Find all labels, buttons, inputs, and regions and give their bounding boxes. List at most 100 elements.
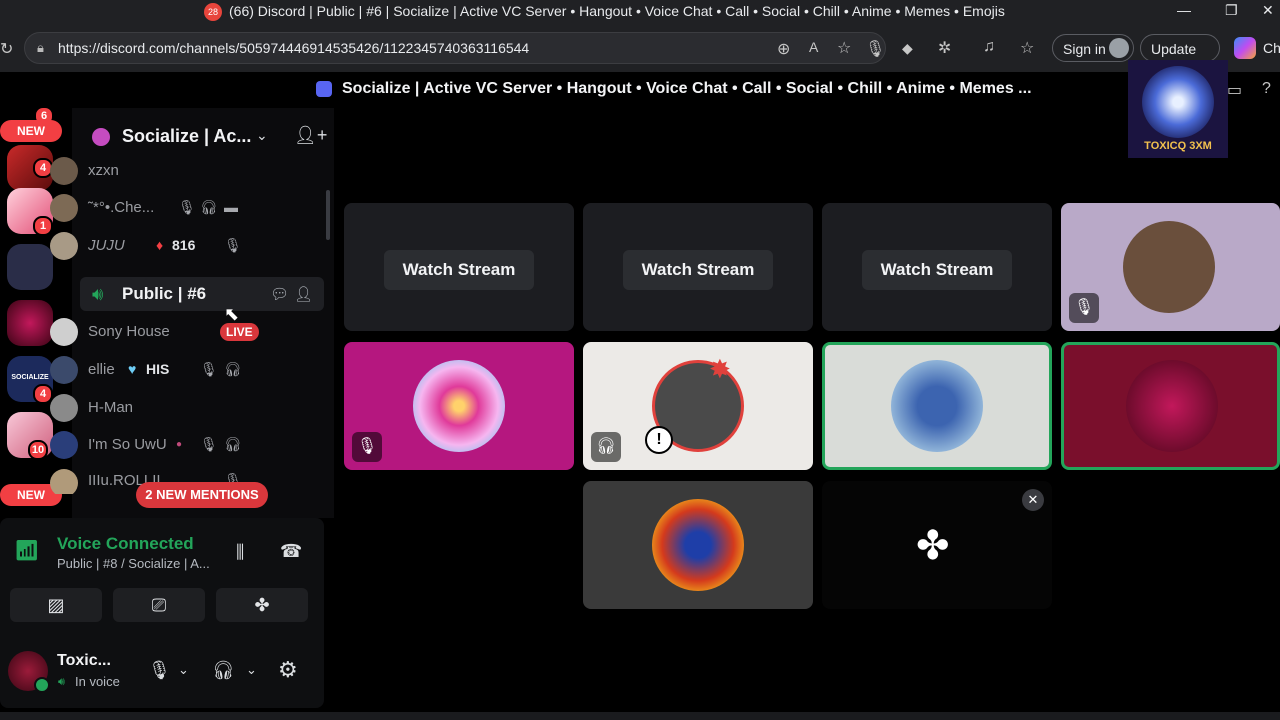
sign-in-label: Sign in bbox=[1063, 41, 1106, 57]
member-name: xzxn bbox=[88, 162, 119, 179]
watch-stream-button[interactable]: Watch Stream bbox=[623, 250, 773, 290]
voice-member[interactable]: JUJU ♦ 816 🎙︎ bbox=[50, 229, 260, 263]
copilot-label[interactable]: Ch bbox=[1263, 40, 1280, 56]
chevron-down-icon[interactable]: ⌄ bbox=[246, 662, 257, 678]
server-icon-crimson[interactable] bbox=[7, 300, 53, 346]
close-icon[interactable]: ✕ bbox=[1022, 489, 1044, 511]
read-aloud-icon[interactable]: A bbox=[809, 39, 818, 55]
deafened-icon: 🎧︎ bbox=[591, 432, 621, 462]
profile-avatar-icon bbox=[1109, 38, 1129, 58]
avatar bbox=[50, 232, 78, 260]
help-icon[interactable]: ? bbox=[1262, 80, 1271, 98]
microphone-icon[interactable]: 🎙︎ bbox=[865, 39, 885, 59]
invite-icon[interactable]: 👤︎ bbox=[294, 285, 313, 303]
close-window-icon[interactable]: ✕ bbox=[1262, 2, 1274, 19]
media-icon[interactable]: ♫ bbox=[983, 38, 995, 56]
muted-icon: 🎙︎ bbox=[352, 432, 382, 462]
tab-notification-badge: 28 bbox=[204, 3, 222, 21]
watch-stream-button[interactable]: Watch Stream bbox=[384, 250, 534, 290]
voice-member[interactable]: ellie ♥ HIS 🎙︎ 🎧︎ bbox=[50, 353, 260, 387]
chevron-down-icon[interactable]: ⌄ bbox=[178, 662, 189, 678]
lock-icon[interactable]: 🔒︎ bbox=[37, 40, 44, 56]
sidebar-scrollbar[interactable] bbox=[326, 190, 330, 240]
stream-tile[interactable]: Watch Stream bbox=[822, 203, 1052, 331]
new-mentions-pill[interactable]: 2 NEW MENTIONS bbox=[136, 482, 268, 508]
voice-member[interactable]: xzxn bbox=[50, 154, 260, 188]
voice-member[interactable]: I'm So UwU ● 🎙︎ 🎧︎ bbox=[50, 428, 260, 462]
inbox-icon[interactable]: ▭ bbox=[1227, 80, 1242, 100]
participant-tile[interactable] bbox=[583, 481, 813, 609]
server-icon-discord[interactable] bbox=[7, 244, 53, 290]
member-name: Sony House bbox=[88, 323, 170, 340]
signal-icon[interactable]: 📶︎ bbox=[14, 538, 44, 568]
url-text[interactable]: https://discord.com/channels/50597444691… bbox=[58, 40, 529, 56]
overlay-label: TOXICQ 3XM bbox=[1144, 140, 1212, 152]
voice-channel-public-6[interactable]: 🔊︎ Public | #6 💬︎ 👤︎ bbox=[80, 277, 324, 311]
new-unreads-top-pill[interactable]: NEW bbox=[0, 120, 62, 142]
update-button[interactable]: Update ··· bbox=[1140, 34, 1220, 85]
update-label: Update bbox=[1151, 41, 1197, 57]
favorites-icon[interactable]: ☆ bbox=[1020, 38, 1034, 58]
extensions-puzzle-icon[interactable]: ✲ bbox=[938, 38, 951, 58]
warning-icon: ! bbox=[645, 426, 673, 454]
activities-icon: ✤ bbox=[916, 524, 950, 568]
avatar bbox=[50, 469, 78, 494]
participant-tile[interactable]: 🎙︎ bbox=[344, 342, 574, 470]
chat-bubble-icon[interactable]: 💬︎ bbox=[270, 285, 289, 303]
avatar bbox=[50, 194, 78, 222]
chevron-down-icon[interactable]: ⌄ bbox=[256, 127, 268, 144]
participant-tile-speaking[interactable] bbox=[1061, 342, 1280, 470]
voice-member[interactable]: ˜*°•.Che... 🎙︎ 🎧︎ ▬ bbox=[50, 191, 260, 225]
voice-status[interactable]: Voice Connected bbox=[57, 534, 194, 554]
deafened-icon: 🎧︎ bbox=[224, 361, 242, 377]
server-badge: 10 bbox=[28, 440, 48, 460]
voice-member[interactable]: Sony House LIVE bbox=[50, 315, 260, 349]
noise-suppression-icon[interactable]: ⫼ bbox=[236, 542, 244, 563]
window-title: (66) Discord | Public | #6 | Socialize |… bbox=[229, 3, 1005, 19]
live-badge: LIVE bbox=[220, 323, 259, 341]
server-name: Socialize | Ac... bbox=[122, 126, 252, 146]
headphones-icon[interactable]: 🎧︎ bbox=[212, 660, 235, 681]
activities-button[interactable]: ✤ bbox=[216, 588, 308, 622]
user-name[interactable]: Toxic... bbox=[57, 652, 111, 670]
member-name: I'm So UwU bbox=[88, 436, 167, 453]
zoom-icon[interactable]: ⊕ bbox=[777, 39, 790, 59]
voice-member[interactable]: H-Man bbox=[50, 391, 260, 425]
participant-avatar bbox=[652, 499, 744, 591]
participant-tile-speaking[interactable] bbox=[822, 342, 1052, 470]
stream-tile[interactable]: Watch Stream bbox=[583, 203, 813, 331]
settings-gear-icon[interactable]: ⚙ bbox=[278, 657, 298, 683]
muted-icon: 🎙︎ bbox=[200, 361, 218, 377]
address-bar[interactable]: 🔒︎ https://discord.com/channels/50597444… bbox=[24, 32, 886, 64]
restore-icon[interactable]: ❐ bbox=[1225, 2, 1238, 19]
extension-diamond-icon[interactable]: ◆ bbox=[902, 40, 913, 57]
member-name: H-Man bbox=[88, 399, 134, 416]
deafened-icon: 🎧︎ bbox=[224, 436, 242, 452]
avatar bbox=[50, 157, 78, 185]
voice-location[interactable]: Public | #8 / Socialize | A... bbox=[57, 556, 210, 571]
invite-people-icon[interactable]: 👤︎+ bbox=[294, 125, 327, 146]
participant-tile[interactable]: ✸ ! 🎧︎ bbox=[583, 342, 813, 470]
online-status-dot bbox=[34, 677, 50, 693]
minimize-icon[interactable]: — bbox=[1177, 2, 1191, 18]
activity-tile[interactable]: ✤ ✕ bbox=[822, 481, 1052, 609]
share-screen-button[interactable]: ⎚ bbox=[113, 588, 205, 622]
participant-avatar bbox=[413, 360, 505, 452]
overlay-avatar bbox=[1142, 66, 1214, 138]
favorite-star-icon[interactable]: ☆ bbox=[837, 38, 851, 58]
member-name: JUJU bbox=[88, 237, 125, 254]
angry-emoji-icon: ✸ bbox=[709, 354, 731, 384]
copilot-icon[interactable] bbox=[1234, 37, 1256, 59]
participant-avatar bbox=[891, 360, 983, 452]
disconnect-icon[interactable]: ☎︎ bbox=[280, 541, 302, 562]
microphone-icon[interactable]: 🎙︎ bbox=[148, 660, 171, 681]
channel-header-title: Socialize | Active VC Server • Hangout •… bbox=[342, 80, 1032, 97]
participant-tile[interactable]: 🎙︎ bbox=[1061, 203, 1280, 331]
sign-in-button[interactable]: Sign in bbox=[1052, 34, 1134, 62]
watch-stream-button[interactable]: Watch Stream bbox=[862, 250, 1012, 290]
stream-tile[interactable]: Watch Stream bbox=[344, 203, 574, 331]
camera-toggle-button[interactable]: ▨ bbox=[10, 588, 102, 622]
reload-icon[interactable]: ↻ bbox=[0, 39, 13, 59]
member-name: ellie bbox=[88, 361, 115, 378]
server-boost-icon bbox=[92, 128, 110, 146]
